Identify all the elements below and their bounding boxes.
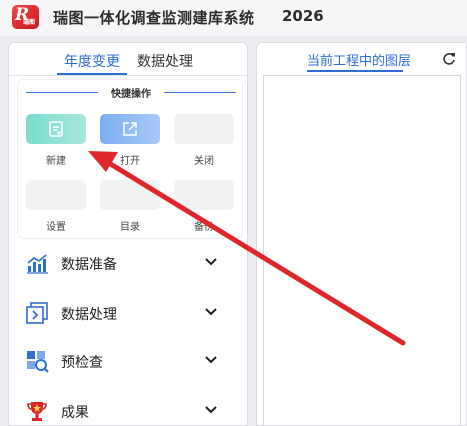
menu-data-processing[interactable]: 数据处理 — [9, 293, 247, 333]
chevron-down-icon — [205, 258, 217, 266]
app-title: 瑞图一体化调查监测建库系统 — [53, 9, 255, 27]
menu-data-preparation-label: 数据准备 — [61, 257, 117, 273]
settings-button[interactable] — [26, 180, 86, 210]
quick-operations-title: 快捷操作 — [111, 89, 151, 100]
bar-chart-icon — [27, 254, 48, 274]
tab-annual-change[interactable]: 年度变更 — [64, 51, 120, 71]
layer-tree-area[interactable] — [263, 75, 461, 425]
new-button-label: 新建 — [46, 156, 66, 167]
logo-subtext: 瑞图 — [23, 19, 36, 26]
catalog-button[interactable] — [100, 180, 160, 210]
refresh-icon[interactable] — [442, 52, 456, 66]
new-doc-icon — [49, 121, 63, 137]
app-year: 2026 — [282, 7, 324, 25]
layers-tab-indicator — [307, 70, 403, 72]
chevron-down-icon — [205, 406, 217, 414]
left-panel: 年度变更 数据处理 快捷操作 新建 打开 关闭 设置 目录 备份 数据准备 数据… — [8, 42, 248, 426]
inspect-icon — [27, 351, 49, 373]
close-button-label: 关闭 — [194, 156, 214, 167]
settings-button-label: 设置 — [46, 222, 66, 233]
menu-data-processing-label: 数据处理 — [61, 307, 117, 323]
menu-results-label: 成果 — [61, 405, 89, 421]
quick-operations-box: 快捷操作 新建 打开 关闭 设置 目录 备份 — [17, 79, 243, 239]
chevron-down-icon — [205, 356, 217, 364]
menu-results[interactable]: 成果 — [9, 391, 247, 425]
open-button[interactable] — [100, 114, 160, 144]
backup-button[interactable] — [174, 180, 234, 210]
catalog-button-label: 目录 — [120, 222, 140, 233]
tabs-divider — [9, 75, 247, 76]
backup-button-label: 备份 — [194, 222, 214, 233]
tab-current-project-layers[interactable]: 当前工程中的图层 — [307, 50, 411, 69]
open-button-label: 打开 — [120, 156, 140, 167]
app-logo: R 瑞图 — [12, 5, 39, 29]
layers-panel: 当前工程中的图层 — [256, 42, 467, 426]
tab-data-processing[interactable]: 数据处理 — [137, 51, 193, 71]
data-process-icon — [26, 302, 48, 324]
menu-pre-check-label: 预检查 — [61, 355, 103, 371]
menu-data-preparation[interactable]: 数据准备 — [9, 243, 247, 283]
new-button[interactable] — [26, 114, 86, 144]
close-button[interactable] — [174, 114, 234, 144]
menu-pre-check[interactable]: 预检查 — [9, 341, 247, 381]
open-external-icon — [123, 122, 137, 136]
title-bar: R 瑞图 瑞图一体化调查监测建库系统 2026 — [0, 0, 467, 36]
trophy-icon — [27, 402, 47, 421]
chevron-down-icon — [205, 308, 217, 316]
